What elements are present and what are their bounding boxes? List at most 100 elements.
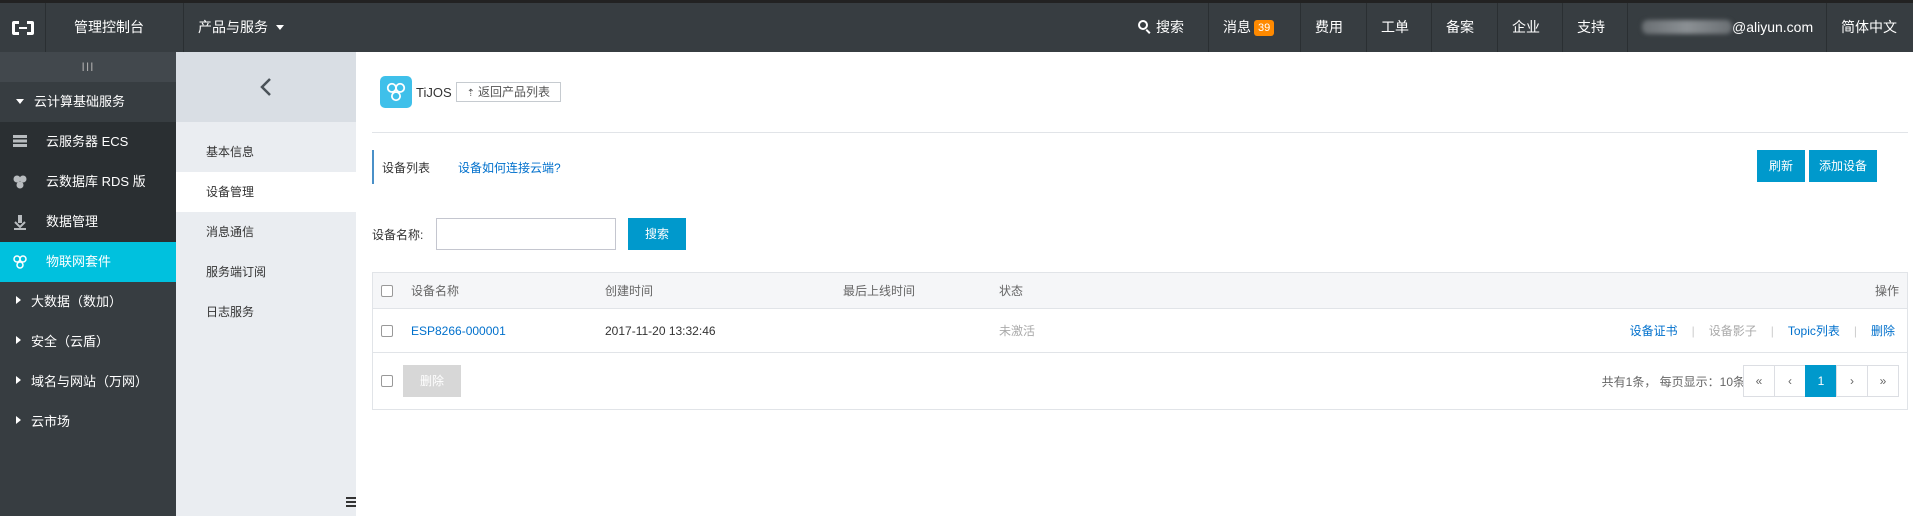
bulk-delete-button[interactable]: 删除 <box>403 365 461 397</box>
chevron-down-icon <box>275 25 284 30</box>
device-table: 设备名称 创建时间 最后上线时间 状态 操作 ESP8266-000001 20… <box>372 272 1908 410</box>
sidebar-item-ecs[interactable]: 云服务器 ECS <box>0 122 176 162</box>
product-name: TiJOS <box>416 84 452 100</box>
products-menu-label: 产品与服务 <box>198 19 268 35</box>
prev-page-button[interactable]: ‹ <box>1774 365 1806 397</box>
products-menu[interactable]: 产品与服务 <box>183 3 298 52</box>
product-header: TiJOS ⇡ 返回产品列表 <box>380 74 562 110</box>
sidebar-item-data-management[interactable]: 数据管理 <box>0 202 176 242</box>
sidebar-group-security[interactable]: 安全（云盾） <box>0 322 176 362</box>
sidebar-group-label: 云市场 <box>31 414 71 429</box>
subnav-back-button[interactable] <box>176 52 356 122</box>
subnav-item-server-subscription[interactable]: 服务端订阅 <box>176 252 356 292</box>
table-header: 设备名称 创建时间 最后上线时间 状态 操作 <box>373 273 1907 309</box>
how-to-connect-link[interactable]: 设备如何连接云端? <box>458 159 561 176</box>
support-link[interactable]: 支持 <box>1562 3 1619 52</box>
created-time: 2017-11-20 13:32:46 <box>605 323 716 338</box>
select-all-checkbox[interactable] <box>381 284 393 297</box>
caret-right-icon <box>16 416 21 424</box>
arrow-up-icon: ⇡ <box>466 88 476 99</box>
search-nav-button[interactable]: 搜索 <box>1124 3 1198 52</box>
sidebar-section-label: 云计算基础服务 <box>34 94 126 109</box>
header-divider <box>372 132 1908 133</box>
messages-label: 消息 <box>1223 19 1251 35</box>
sidebar-item-iot[interactable]: 物联网套件 <box>0 242 176 282</box>
account-menu[interactable]: @aliyun.com <box>1627 3 1827 52</box>
status-badge: 未激活 <box>999 324 1036 338</box>
message-count-badge: 39 <box>1254 20 1275 36</box>
ticket-link[interactable]: 工单 <box>1366 3 1423 52</box>
back-to-product-list-label: 返回产品列表 <box>478 85 551 99</box>
sidebar-item-rds[interactable]: 云数据库 RDS 版 <box>0 162 176 202</box>
top-navigation-bar: 管理控制台 产品与服务 搜索 消息 39 费用 工单 备案 企业 支持 @aliy… <box>0 0 1913 52</box>
divider: | <box>1770 323 1774 338</box>
aliyun-logo-icon <box>11 20 34 35</box>
sidebar-group-label: 大数据（数加） <box>31 294 123 309</box>
main-sidebar: III 云计算基础服务 云服务器 ECS 云数据库 RDS 版 数据管理 物联网… <box>0 52 176 516</box>
tab-device-list[interactable]: 设备列表 <box>382 159 430 176</box>
data-management-icon <box>12 214 28 230</box>
caret-right-icon <box>16 336 21 344</box>
device-name-input[interactable] <box>436 218 616 250</box>
caret-right-icon <box>16 376 21 384</box>
table-row: ESP8266-000001 2017-11-20 13:32:46 未激活 设… <box>373 309 1907 353</box>
row-operations: 设备证书 | 设备影子 | Topic列表 | 删除 <box>1630 309 1895 352</box>
tijos-product-icon <box>380 76 412 108</box>
column-operations: 操作 <box>1874 284 1899 298</box>
messages-link[interactable]: 消息 39 <box>1208 3 1288 52</box>
language-switch[interactable]: 简体中文 <box>1826 3 1897 52</box>
subnav-item-device-management[interactable]: 设备管理 <box>176 172 356 212</box>
filing-link[interactable]: 备案 <box>1431 3 1488 52</box>
sidebar-item-label: 云数据库 RDS 版 <box>46 174 146 189</box>
console-home-link[interactable]: 管理控制台 <box>60 3 158 52</box>
database-icon <box>12 174 28 190</box>
sidebar-item-label: 云服务器 ECS <box>46 134 129 149</box>
caret-down-icon <box>16 99 24 104</box>
footer-select-all-checkbox[interactable] <box>381 375 393 387</box>
search-icon <box>1138 20 1152 34</box>
subnav-item-log-service[interactable]: 日志服务 <box>176 292 356 332</box>
device-name-label: 设备名称: <box>372 227 424 242</box>
page-1-button[interactable]: 1 <box>1805 365 1837 397</box>
device-search-bar: 设备名称: 搜索 <box>372 218 686 250</box>
next-page-button[interactable]: › <box>1836 365 1868 397</box>
subnav-item-basic-info[interactable]: 基本信息 <box>176 132 356 172</box>
delete-device-link[interactable]: 删除 <box>1871 322 1895 339</box>
device-shadow-link[interactable]: 设备影子 <box>1709 322 1757 339</box>
topic-list-link[interactable]: Topic列表 <box>1788 322 1840 339</box>
search-button[interactable]: 搜索 <box>628 218 686 250</box>
column-last-online: 最后上线时间 <box>843 284 916 298</box>
refresh-button[interactable]: 刷新 <box>1757 150 1805 182</box>
pagination: « ‹ 1 › » <box>1743 365 1899 397</box>
subnav-item-messaging[interactable]: 消息通信 <box>176 212 356 252</box>
sidebar-group-domains[interactable]: 域名与网站（万网） <box>0 362 176 402</box>
table-footer: 删除 共有1条， 每页显示：10条 « ‹ 1 › » <box>373 353 1907 409</box>
billing-link[interactable]: 费用 <box>1300 3 1357 52</box>
sidebar-group-big-data[interactable]: 大数据（数加） <box>0 282 176 322</box>
sidebar-item-label: 数据管理 <box>46 214 99 229</box>
device-tabs: 设备列表 设备如何连接云端? <box>372 150 561 184</box>
sidebar-section-cloud-basic[interactable]: 云计算基础服务 <box>0 82 176 122</box>
sidebar-group-marketplace[interactable]: 云市场 <box>0 402 176 442</box>
column-created-time: 创建时间 <box>605 284 654 298</box>
sidebar-group-label: 安全（云盾） <box>31 334 110 349</box>
device-certificate-link[interactable]: 设备证书 <box>1630 322 1678 339</box>
add-device-button[interactable]: 添加设备 <box>1809 150 1877 182</box>
divider: | <box>1853 323 1857 338</box>
collapse-menu-icon[interactable] <box>346 494 356 516</box>
sidebar-toggle[interactable]: III <box>0 52 176 82</box>
back-to-product-list-button[interactable]: ⇡ 返回产品列表 <box>455 82 562 102</box>
iot-icon <box>12 254 28 270</box>
row-checkbox[interactable] <box>381 324 393 337</box>
pagination-summary: 共有1条， 每页显示：10条 <box>1601 374 1745 389</box>
aliyun-logo[interactable] <box>0 3 46 52</box>
product-subnav: 基本信息 设备管理 消息通信 服务端订阅 日志服务 <box>176 52 356 516</box>
enterprise-link[interactable]: 企业 <box>1497 3 1554 52</box>
server-icon <box>12 134 28 150</box>
device-name-link[interactable]: ESP8266-000001 <box>411 309 506 352</box>
search-nav-label: 搜索 <box>1156 19 1184 35</box>
last-page-button[interactable]: » <box>1867 365 1899 397</box>
chevron-left-icon <box>260 78 271 96</box>
redacted-username <box>1642 20 1732 34</box>
first-page-button[interactable]: « <box>1743 365 1775 397</box>
